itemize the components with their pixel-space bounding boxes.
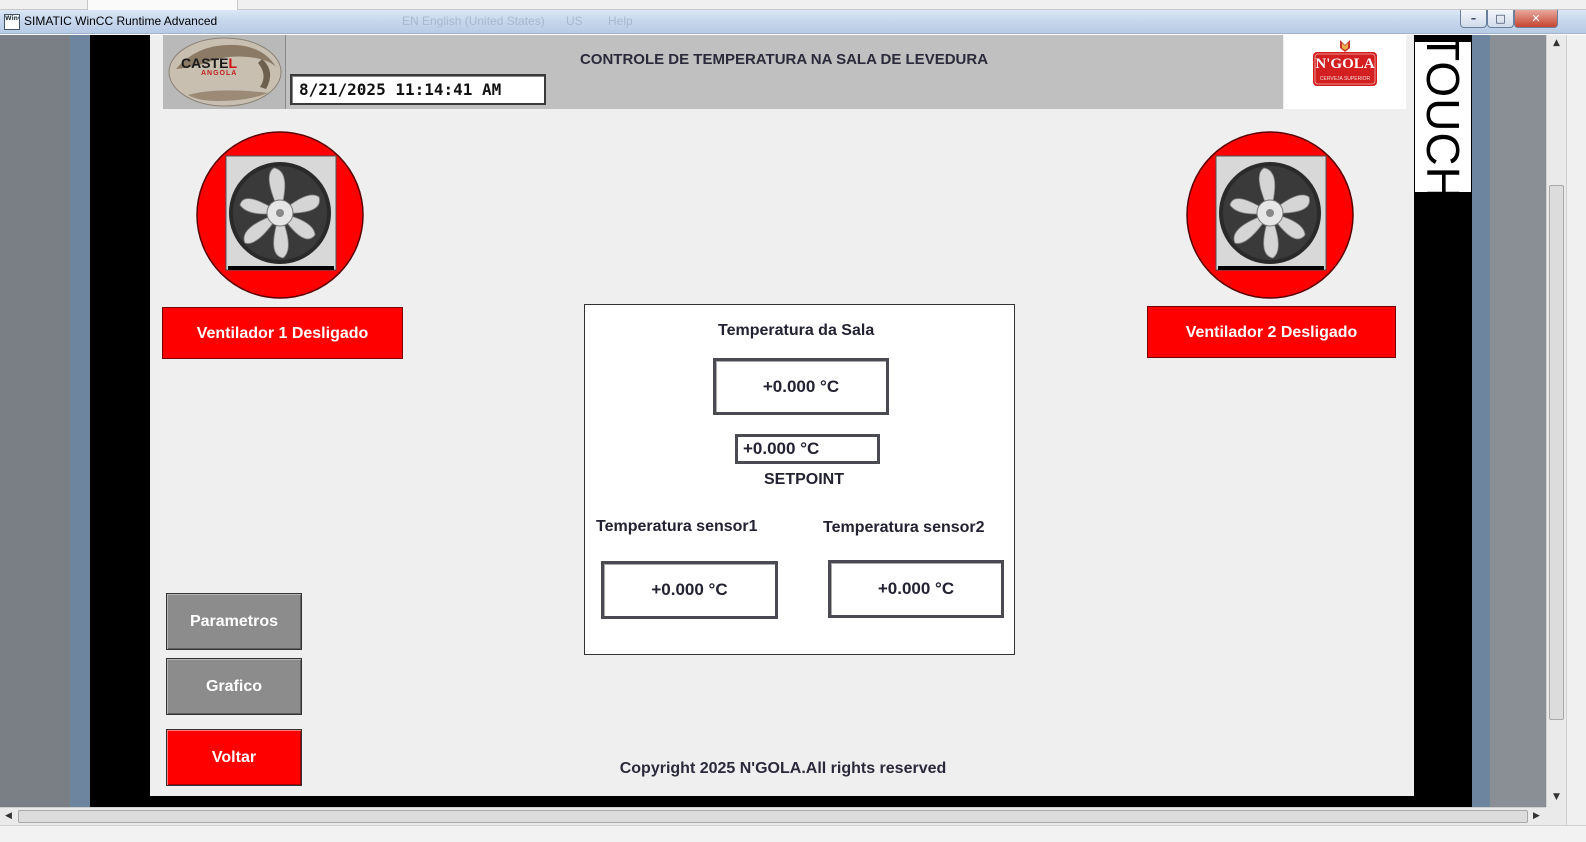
castel-sub-text: ANGOLA — [201, 70, 238, 77]
vertical-scrollbar[interactable]: ▲ ▼ — [1546, 35, 1566, 807]
vertical-scroll-thumb[interactable] — [1549, 185, 1564, 720]
ngola-sub-text: CERVEJA SUPERIOR — [1319, 76, 1371, 82]
keyboard-layout-indicator: US — [566, 14, 583, 28]
sensor1-label: Temperatura sensor1 — [596, 518, 758, 535]
setpoint-label: SETPOINT — [764, 471, 845, 488]
left-border — [70, 35, 90, 807]
page-title: CONTROLE DE TEMPERATURA NA SALA DE LEVED… — [579, 51, 989, 68]
scroll-down-arrow-icon[interactable]: ▼ — [1547, 789, 1566, 806]
fan-2-icon[interactable] — [1186, 131, 1354, 299]
room-temp-label: Temperatura da Sala — [718, 322, 875, 339]
scrollbar-corner — [1546, 807, 1566, 825]
voltar-button[interactable]: Voltar — [166, 729, 302, 786]
background-tab-strip — [0, 0, 1586, 10]
close-button[interactable]: ✕ — [1514, 10, 1558, 28]
window-title: SIMATIC WinCC Runtime Advanced — [24, 14, 218, 28]
left-margin — [0, 35, 70, 807]
right-border — [1472, 35, 1490, 807]
left-frame — [90, 35, 150, 807]
status-strip — [0, 825, 1586, 842]
grafico-button[interactable]: Grafico — [166, 658, 302, 715]
datetime-field: 8/21/2025 11:14:41 AM — [290, 74, 546, 105]
sensor2-label: Temperatura sensor2 — [823, 519, 985, 536]
help-indicator: Help — [608, 14, 633, 28]
minimize-button[interactable]: – — [1460, 10, 1487, 28]
setpoint-input[interactable]: +0.000 °C — [735, 434, 880, 464]
sensor1-display: +0.000 °C — [601, 561, 778, 619]
horizontal-scroll-thumb[interactable] — [18, 810, 1528, 823]
fan-2-status: Ventilador 2 Desligado — [1147, 306, 1396, 358]
background-tab[interactable] — [0, 0, 88, 10]
touch-label-text: TOUCH — [1417, 42, 1469, 192]
room-temp-display: +0.000 °C — [713, 358, 889, 415]
outer-window-edge — [1566, 35, 1586, 825]
copyright-text: Copyright 2025 N'GOLA.All rights reserve… — [619, 760, 947, 777]
wincc-app-icon: WinCC — [4, 14, 20, 30]
ngola-brand-text: N'GOLA — [1315, 56, 1375, 72]
fan-1-status: Ventilador 1 Desligado — [162, 307, 403, 359]
window-titlebar[interactable]: WinCC SIMATIC WinCC Runtime Advanced EN … — [0, 10, 1586, 34]
sensor2-display: +0.000 °C — [828, 560, 1004, 618]
horizontal-scrollbar[interactable]: ◀ ▶ — [0, 807, 1566, 825]
background-tab[interactable] — [88, 0, 238, 10]
parametros-button[interactable]: Parametros — [166, 593, 302, 650]
bottom-frame — [90, 796, 1472, 807]
language-indicator: EN English (United States) — [402, 14, 545, 28]
touch-side-label: TOUCH — [1415, 42, 1471, 192]
castel-brand-text: CASTEL — [181, 55, 238, 71]
maximize-button[interactable]: □ — [1487, 10, 1514, 28]
right-margin — [1490, 35, 1546, 807]
fan-1-icon[interactable] — [196, 131, 364, 299]
screen: WinCC SIMATIC WinCC Runtime Advanced EN … — [0, 0, 1586, 842]
scroll-left-arrow-icon[interactable]: ◀ — [0, 808, 17, 825]
scroll-right-arrow-icon[interactable]: ▶ — [1528, 808, 1545, 825]
scroll-up-arrow-icon[interactable]: ▲ — [1547, 35, 1566, 52]
